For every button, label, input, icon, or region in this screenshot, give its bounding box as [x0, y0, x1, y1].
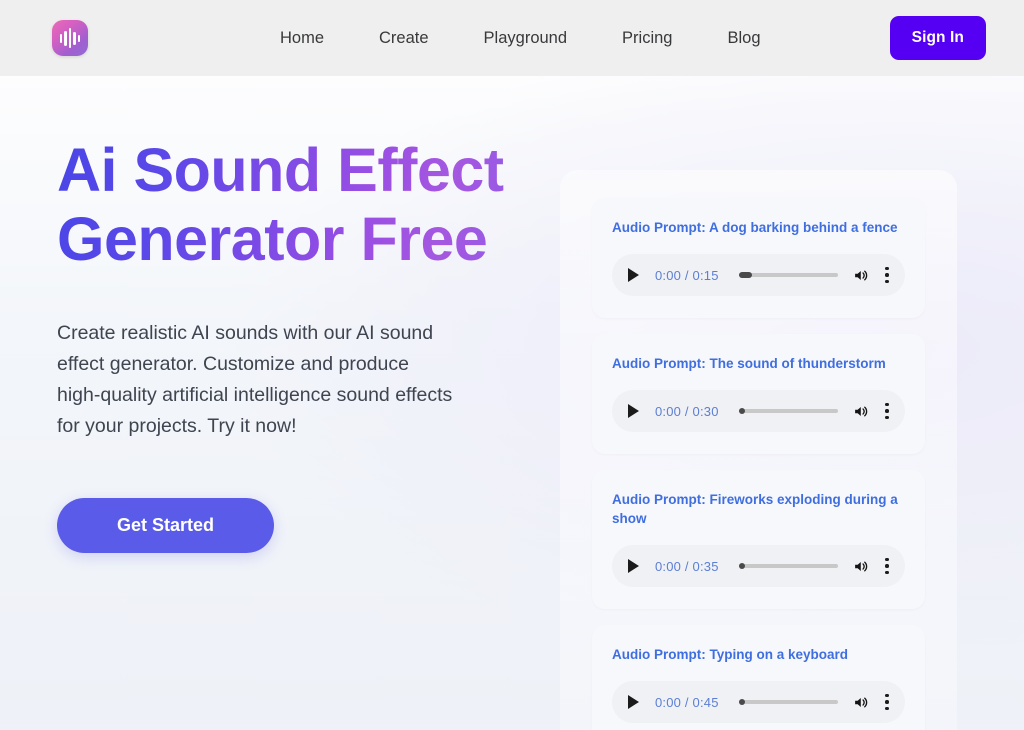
hero-description: Create realistic AI sounds with our AI s… [57, 322, 453, 437]
logo-bar [77, 34, 81, 42]
audio-progress-slider[interactable] [738, 563, 838, 569]
volume-icon[interactable] [852, 403, 871, 420]
audio-time-display: 0:00 / 0:35 [655, 558, 719, 574]
kebab-menu-icon[interactable] [885, 557, 889, 575]
page-title: Ai Sound Effect Generator Free [57, 136, 527, 274]
audio-progress-slider[interactable] [738, 272, 838, 278]
audio-card: Audio Prompt: Fireworks exploding during… [592, 470, 925, 609]
audio-time-display: 0:00 / 0:45 [655, 694, 719, 710]
nav-link-home[interactable]: Home [280, 29, 324, 48]
volume-icon[interactable] [852, 558, 871, 575]
site-header: Home Create Playground Pricing Blog Sign… [0, 0, 1024, 76]
audio-prompt-title: Audio Prompt: Fireworks exploding during… [612, 492, 898, 526]
nav-link-playground[interactable]: Playground [484, 29, 567, 48]
kebab-menu-icon[interactable] [885, 693, 889, 711]
kebab-menu-icon[interactable] [885, 402, 889, 420]
audio-progress-slider[interactable] [738, 408, 838, 414]
audio-player: 0:00 / 0:35 [612, 545, 905, 587]
audio-prompt-title: Audio Prompt: The sound of thunderstorm [612, 356, 886, 371]
volume-icon[interactable] [852, 694, 871, 711]
audio-card: Audio Prompt: The sound of thunderstorm … [592, 334, 925, 454]
nav-link-blog[interactable]: Blog [727, 29, 760, 48]
play-icon[interactable] [628, 267, 642, 283]
hero-section: Ai Sound Effect Generator Free Create re… [0, 76, 1024, 730]
logo-bar [68, 28, 72, 48]
audio-player: 0:00 / 0:45 [612, 681, 905, 723]
audio-player: 0:00 / 0:15 [612, 254, 905, 296]
volume-icon[interactable] [852, 267, 871, 284]
audio-prompt-title: Audio Prompt: A dog barking behind a fen… [612, 220, 898, 235]
kebab-menu-icon[interactable] [885, 266, 889, 284]
audio-player: 0:00 / 0:30 [612, 390, 905, 432]
audio-time-display: 0:00 / 0:15 [655, 267, 719, 283]
audio-prompt-title: Audio Prompt: Typing on a keyboard [612, 647, 849, 662]
logo-bar [64, 30, 67, 46]
play-icon[interactable] [628, 558, 642, 574]
audio-progress-slider[interactable] [738, 699, 838, 705]
nav-link-create[interactable]: Create [379, 29, 429, 48]
sign-in-button[interactable]: Sign In [889, 16, 986, 60]
nav-link-pricing[interactable]: Pricing [622, 29, 672, 48]
get-started-button[interactable]: Get Started [57, 498, 275, 553]
audio-samples-panel: Audio Prompt: A dog barking behind a fen… [560, 170, 957, 730]
hero-copy-column: Ai Sound Effect Generator Free Create re… [57, 136, 527, 553]
audio-card: Audio Prompt: Typing on a keyboard 0:00 … [592, 625, 925, 730]
play-icon[interactable] [628, 403, 642, 419]
logo-bar [59, 33, 63, 43]
play-icon[interactable] [628, 694, 642, 710]
main-navigation: Home Create Playground Pricing Blog [280, 29, 761, 48]
waveform-logo-icon[interactable] [52, 20, 88, 56]
logo-bar [73, 31, 76, 45]
audio-card: Audio Prompt: A dog barking behind a fen… [592, 198, 925, 318]
audio-time-display: 0:00 / 0:30 [655, 403, 719, 419]
